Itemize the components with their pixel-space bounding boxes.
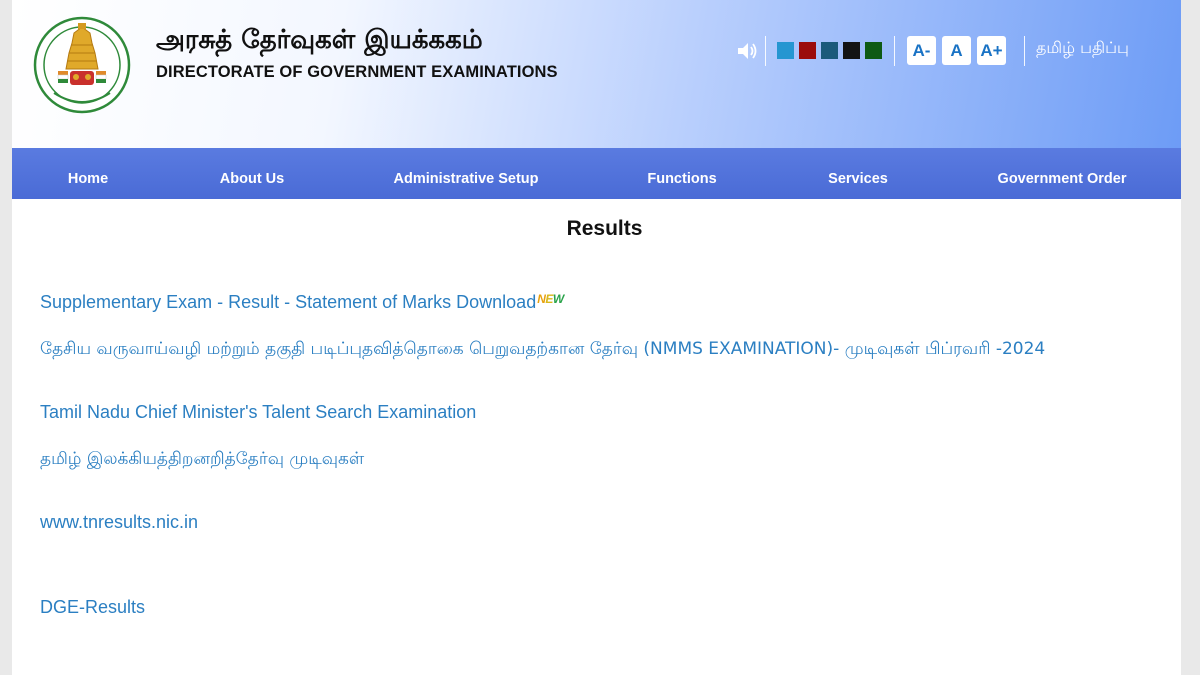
nav-item-government-order[interactable]: Government Order [998,148,1127,199]
main-nav: Home About Us Administrative Setup Funct… [12,148,1181,199]
new-badge: NEW [537,292,564,306]
theme-color-blue[interactable] [777,42,794,59]
tamil-version-link[interactable]: தமிழ் பதிப்பு [1036,38,1129,59]
nav-item-functions[interactable]: Functions [647,148,716,199]
result-link-supplementary-marks[interactable]: Supplementary Exam - Result - Statement … [40,291,1150,313]
toolbar-divider [765,36,766,66]
site-title-english: DIRECTORATE OF GOVERNMENT EXAMINATIONS [156,63,558,81]
theme-color-black[interactable] [843,42,860,59]
toolbar-divider [1024,36,1025,66]
result-link-tnresults[interactable]: www.tnresults.nic.in [40,511,1150,533]
nav-item-about-us[interactable]: About Us [220,148,284,199]
site-header: அரசுத் தேர்வுகள் இயக்ககம் DIRECTORATE OF… [12,0,1181,148]
font-decrease-button[interactable]: A- [907,36,936,65]
result-link-label: Supplementary Exam - Result - Statement … [40,292,537,312]
font-increase-button[interactable]: A+ [977,36,1006,65]
page: அரசுத் தேர்வுகள் இயக்ககம் DIRECTORATE OF… [12,0,1181,675]
nav-item-administrative-setup[interactable]: Administrative Setup [393,148,538,199]
theme-color-green[interactable] [865,42,882,59]
speaker-icon[interactable] [736,40,758,62]
result-link-dge-results[interactable]: DGE-Results [40,596,1150,618]
theme-color-red[interactable] [799,42,816,59]
tamil-nadu-emblem-icon[interactable] [32,13,132,123]
toolbar-divider [894,36,895,66]
result-link-nmms[interactable]: தேசிய வருவாய்வழி மற்றும் தகுதி படிப்புதவ… [40,338,1150,360]
font-reset-button[interactable]: A [942,36,971,65]
nav-item-home[interactable]: Home [68,148,108,199]
nav-item-services[interactable]: Services [828,148,888,199]
result-link-talent-search[interactable]: Tamil Nadu Chief Minister's Talent Searc… [40,401,1150,423]
site-title-tamil: அரசுத் தேர்வுகள் இயக்ககம் [156,25,483,55]
page-title: Results [566,217,643,240]
theme-color-teal[interactable] [821,42,838,59]
result-link-tamil-literary-exam[interactable]: தமிழ் இலக்கியத்திறனறித்தேர்வு முடிவுகள் [40,448,1150,470]
